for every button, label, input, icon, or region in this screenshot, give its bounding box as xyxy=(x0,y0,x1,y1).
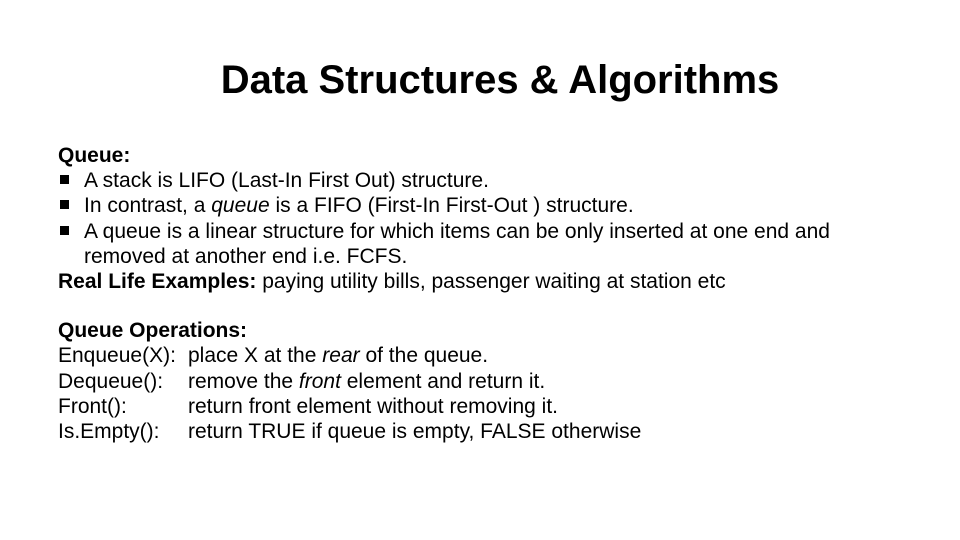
op-desc-b: rear xyxy=(322,344,359,367)
op-desc: remove the front element and return it. xyxy=(188,369,900,394)
op-desc-b: front xyxy=(299,370,341,393)
slide: Data Structures & Algorithms Queue: A st… xyxy=(0,0,960,540)
op-name: Enqueue(X): xyxy=(58,343,188,368)
operations-block: Queue Operations: Enqueue(X): place X at… xyxy=(58,318,900,444)
op-desc-a: place X at the xyxy=(188,344,322,367)
bullet-text-c: is a FIFO (First-In First-Out ) structur… xyxy=(270,194,634,217)
op-name: Front(): xyxy=(58,394,188,419)
queue-heading: Queue: xyxy=(58,143,900,168)
bullet-text-a: In contrast, a xyxy=(84,194,211,217)
bullet-item: In contrast, a queue is a FIFO (First-In… xyxy=(58,193,900,218)
op-desc-c: element and return it. xyxy=(341,370,545,393)
slide-content: Queue: A stack is LIFO (Last-In First Ou… xyxy=(0,143,960,444)
op-desc-a: remove the xyxy=(188,370,299,393)
op-desc: place X at the rear of the queue. xyxy=(188,343,900,368)
op-name: Is.Empty(): xyxy=(58,419,188,444)
op-desc-c: of the queue. xyxy=(360,344,488,367)
op-row: Front(): return front element without re… xyxy=(58,394,900,419)
bullet-item: A stack is LIFO (Last-In First Out) stru… xyxy=(58,168,900,193)
bullet-text: A queue is a linear structure for which … xyxy=(84,220,830,268)
examples-text: paying utility bills, passenger waiting … xyxy=(262,270,725,293)
op-row: Is.Empty(): return TRUE if queue is empt… xyxy=(58,419,900,444)
operations-heading: Queue Operations: xyxy=(58,318,900,343)
op-row: Dequeue(): remove the front element and … xyxy=(58,369,900,394)
bullet-item: A queue is a linear structure for which … xyxy=(58,219,900,269)
slide-title: Data Structures & Algorithms xyxy=(40,0,960,143)
examples-line: Real Life Examples: paying utility bills… xyxy=(58,269,900,294)
bullet-text-b: queue xyxy=(211,194,269,217)
queue-block: Queue: A stack is LIFO (Last-In First Ou… xyxy=(58,143,900,294)
op-desc: return TRUE if queue is empty, FALSE oth… xyxy=(188,419,900,444)
bullet-text: A stack is LIFO (Last-In First Out) stru… xyxy=(84,169,489,192)
op-row: Enqueue(X): place X at the rear of the q… xyxy=(58,343,900,368)
op-desc: return front element without removing it… xyxy=(188,394,900,419)
examples-label: Real Life Examples: xyxy=(58,270,262,293)
queue-bullets: A stack is LIFO (Last-In First Out) stru… xyxy=(58,168,900,269)
op-name: Dequeue(): xyxy=(58,369,188,394)
